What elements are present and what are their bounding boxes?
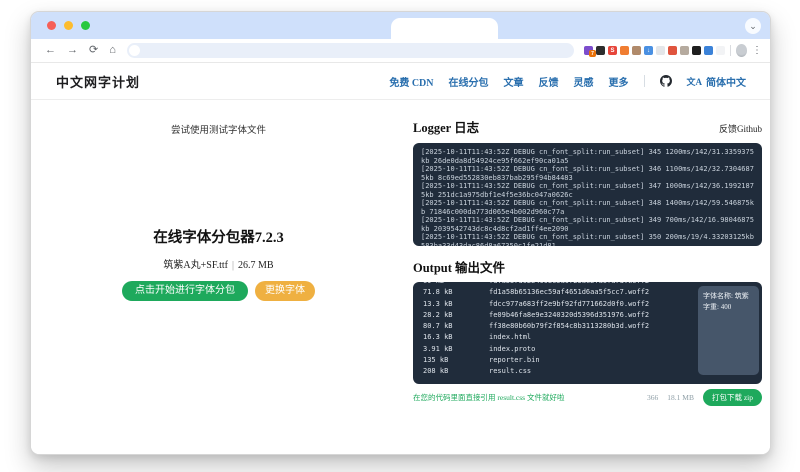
site-nav: 免费 CDN 在线分包 文章 反馈 灵感 更多 文A 简体中文	[389, 74, 746, 89]
browser-toolbar: ← → ⟳ ⌂ 7 S ↓ ⋮	[31, 39, 770, 62]
extension-black-icon[interactable]	[692, 46, 701, 55]
subsetter-panel: 尝试使用测试字体文件 在线字体分包器7.2.3 筑紫A丸+SF.ttf | 26.7…	[31, 100, 406, 454]
nav-divider	[643, 75, 645, 87]
extension-s-icon[interactable]: S	[608, 46, 617, 55]
extension-brown-icon[interactable]	[632, 46, 641, 55]
nav-link[interactable]: 文章	[504, 74, 524, 89]
browser-window: ⌄ ← → ⟳ ⌂ 7 S ↓ ⋮ 中文网字计划 免费 CDN 在线分包 文章 …	[30, 11, 771, 455]
language-label[interactable]: 简体中文	[706, 74, 746, 89]
log-line: [2025-10-11T11:43:52Z DEBUG cn_font_spli…	[421, 216, 754, 233]
font-info-line: 字重: 400	[703, 303, 732, 311]
download-zip-button[interactable]: 打包下载 zip	[702, 389, 762, 406]
extension-glyph: S	[610, 47, 615, 54]
traffic-lights	[47, 21, 90, 30]
separator: |	[232, 260, 235, 271]
nav-link[interactable]: 灵感	[574, 74, 594, 89]
fullscreen-button[interactable]	[81, 21, 90, 30]
file-size: 208 kB	[423, 367, 449, 376]
nav-links: 免费 CDN 在线分包 文章 反馈 灵感 更多	[389, 74, 628, 89]
log-line: [2025-10-11T11:43:52Z DEBUG cn_font_spli…	[421, 233, 754, 246]
feedback-github-link[interactable]: 反馈Github	[719, 122, 762, 135]
extension-badge: 7	[589, 50, 596, 57]
file-size: 13.3 kB	[423, 299, 453, 308]
nav-link[interactable]: 更多	[609, 74, 629, 89]
url-bar[interactable]	[126, 43, 574, 58]
close-button[interactable]	[47, 21, 56, 30]
back-button[interactable]: ←	[45, 45, 56, 56]
tab-strip: ⌄	[31, 12, 770, 39]
log-line: [2025-10-11T11:43:52Z DEBUG cn_font_spli…	[421, 182, 754, 199]
translate-icon: 文A	[686, 76, 703, 87]
output-stats: 366 18.1 MB	[647, 393, 694, 402]
log-line: [2025-10-11T11:43:52Z DEBUG cn_font_spli…	[421, 165, 754, 182]
home-button[interactable]: ⌂	[109, 45, 116, 56]
start-subsetting-button[interactable]: 点击开始进行字体分包	[122, 281, 248, 301]
file-count: 366	[647, 393, 659, 402]
font-file-size: 26.7 MB	[238, 260, 274, 271]
font-info-box: 字体名称: 筑紫 字重: 400	[698, 286, 759, 375]
app-title: 在线字体分包器7.2.3	[153, 230, 284, 246]
extension-blue-ring-icon[interactable]	[704, 46, 713, 55]
github-icon[interactable]	[659, 75, 672, 87]
font-info-line: 字体名称: 筑紫	[703, 292, 749, 300]
extension-light-icon[interactable]	[656, 46, 665, 55]
log-line: [2025-10-11T11:43:52Z DEBUG cn_font_spli…	[421, 199, 754, 216]
log-line: [2025-10-11T11:43:52Z DEBUG cn_font_spli…	[421, 148, 754, 165]
forward-button[interactable]: →	[67, 45, 78, 56]
usage-tip: 在您的代码里面直接引用 result.css 文件就好啦	[413, 393, 565, 402]
extension-glyph: ↓	[647, 47, 650, 54]
logger-title: Logger 日志	[413, 121, 480, 135]
extension-clipboard-icon[interactable]	[716, 46, 725, 55]
extension-orange-icon[interactable]	[620, 46, 629, 55]
file-size: 80.7 kB	[423, 322, 453, 331]
file-size: 71.8 kB	[423, 288, 453, 297]
total-size: 18.1 MB	[667, 393, 694, 402]
profile-avatar[interactable]	[735, 44, 748, 57]
change-font-button[interactable]: 更换字体	[255, 281, 315, 301]
toolbar-divider	[730, 45, 731, 56]
log-console[interactable]: [2025-10-11T11:43:52Z DEBUG cn_font_spli…	[413, 143, 762, 246]
action-buttons: 点击开始进行字体分包 更换字体	[31, 281, 406, 301]
file-size: 135 kB	[423, 356, 449, 365]
browser-menu-button[interactable]: ⋮	[752, 45, 762, 56]
file-size: 16.3 kB	[423, 333, 453, 342]
extension-dark-icon[interactable]	[596, 46, 605, 55]
language-switcher[interactable]: 文A 简体中文	[687, 74, 747, 89]
results-panel: Logger 日志 反馈Github [2025-10-11T11:43:52Z…	[406, 100, 770, 454]
tab-list-button[interactable]: ⌄	[745, 18, 761, 34]
output-title: Output 输出文件	[413, 261, 506, 275]
file-size: 28.2 kB	[423, 310, 453, 319]
main-content: 尝试使用测试字体文件 在线字体分包器7.2.3 筑紫A丸+SF.ttf | 26.7…	[31, 100, 770, 454]
nav-link[interactable]: 在线分包	[449, 74, 489, 89]
font-file-name: 筑紫A丸+SF.ttf	[163, 260, 228, 271]
extension-download-icon[interactable]: ↓	[644, 46, 653, 55]
file-size: 3.91 kB	[423, 344, 453, 353]
output-footer: 在您的代码里面直接引用 result.css 文件就好啦 366 18.1 MB…	[413, 389, 762, 406]
reload-button[interactable]: ⟳	[89, 45, 98, 56]
chevron-down-icon: ⌄	[749, 20, 757, 31]
try-test-font-link[interactable]: 尝试使用测试字体文件	[31, 122, 406, 136]
nav-link[interactable]: 免费 CDN	[389, 74, 433, 89]
extension-gray-icon[interactable]	[680, 46, 689, 55]
site-title: 中文网字计划	[56, 74, 141, 90]
output-file-panel[interactable]: 69 kB fdfa557d02b499b05a9723acbfa6fa7d.w…	[413, 282, 762, 384]
extension-fox-icon[interactable]	[668, 46, 677, 55]
selected-font-info: 筑紫A丸+SF.ttf | 26.7 MB	[31, 256, 406, 271]
site-header: 中文网字计划 免费 CDN 在线分包 文章 反馈 灵感 更多 文A 简体中文	[31, 62, 770, 100]
minimize-button[interactable]	[64, 21, 73, 30]
favicon-placeholder-icon	[128, 45, 140, 56]
browser-tab[interactable]	[391, 18, 498, 39]
extensions-area: 7 S ↓	[584, 46, 725, 57]
nav-link[interactable]: 反馈	[539, 74, 559, 89]
extension-puzzle-icon[interactable]: 7	[584, 46, 596, 57]
